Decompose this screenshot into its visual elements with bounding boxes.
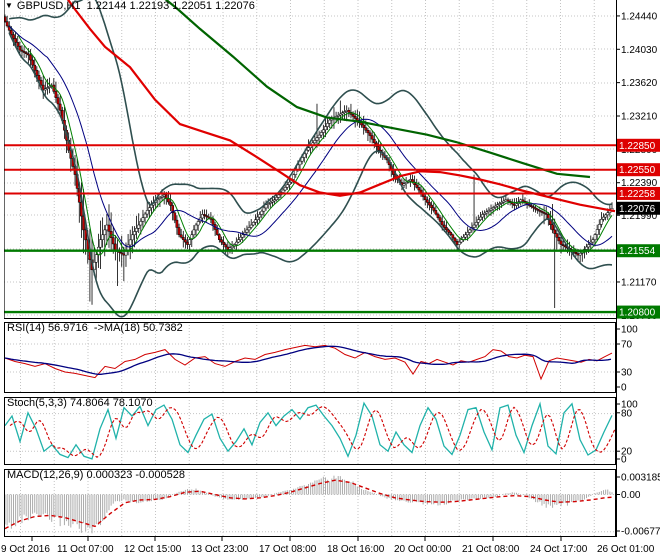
time-axis-label: 26 Oct 01:00 [597,544,655,555]
symbol-dropdown-icon[interactable]: ▼ [5,1,13,10]
time-axis-label: 9 Oct 2016 [1,544,50,555]
resistance-price-badge-text: 1.22850 [619,141,656,152]
time-axis-label: 21 Oct 08:00 [462,544,520,555]
price-axis-label: 1.23210 [621,112,658,123]
time-axis[interactable]: 9 Oct 2016 11 Oct 07:00 12 Oct 15:00 13 Oct… [1,537,655,555]
time-axis-label: 17 Oct 08:00 [259,544,317,555]
ohlc-low: 1.22051 [172,0,213,12]
indicator-axis-label: 0 [621,383,627,394]
ohlc-high: 1.22193 [129,0,170,12]
indicator-axis-label: 80 [621,408,633,419]
macd-histogram [4,475,613,534]
indicator-axis-label: 100 [621,325,638,336]
time-axis-label: 18 Oct 16:00 [327,544,385,555]
price-axis-label: 1.21170 [621,277,657,288]
indicator-axis-label: 0.00 [621,490,641,501]
resistance-price-badge-text: 1.22550 [619,165,656,176]
support-price-badge-text: 1.20800 [619,308,656,319]
chart-header: ▼ GBPUSD,H1 1.22144 1.22193 1.22051 1.220… [5,0,255,24]
main-price-panel [4,0,616,318]
ohlc-close: 1.22076 [215,0,255,12]
indicator-axis-label: -0.006773 [621,527,660,538]
indicator-axis-label: 70 [621,340,633,351]
current-price-badge-text: 1.22076 [619,204,656,215]
stoch-indicator-label: Stoch(5,3,3) 74.8064 78.1070 [7,397,153,409]
indicator-axis-label: 0.003185 [621,473,660,484]
resistance-price-badge-text: 1.22258 [619,189,656,200]
time-axis-label: 13 Oct 23:00 [191,544,249,555]
price-axis-label: 1.23620 [621,78,658,89]
rsi-indicator-label: RSI(14) 56.9716 ->MA(18) 50.7382 [7,322,183,334]
time-axis-label: 24 Oct 17:00 [530,544,588,555]
indicator-axis-label: 30 [621,368,633,379]
support-price-badge-text: 1.21554 [619,246,656,257]
time-axis-label: 12 Oct 15:00 [124,544,182,555]
macd-indicator-label: MACD(12,26,9) 0.000323 -0.000528 [7,469,185,481]
ohlc-open: 1.22144 [86,0,127,12]
candles-series [4,14,614,309]
time-axis-label: 20 Oct 00:00 [394,544,452,555]
time-axis-label: 11 Oct 07:00 [57,544,114,555]
indicator-axis-label: 0 [621,455,627,466]
price-axis-label: 1.24030 [621,45,658,56]
price-axis[interactable]: 1.244401.240301.236201.232101.228001.223… [616,11,660,538]
symbol-label: GBPUSD,H1 [16,0,81,12]
chart-window: 1.244401.240301.236201.232101.228001.223… [0,0,660,560]
price-axis-label: 1.24440 [621,11,658,22]
